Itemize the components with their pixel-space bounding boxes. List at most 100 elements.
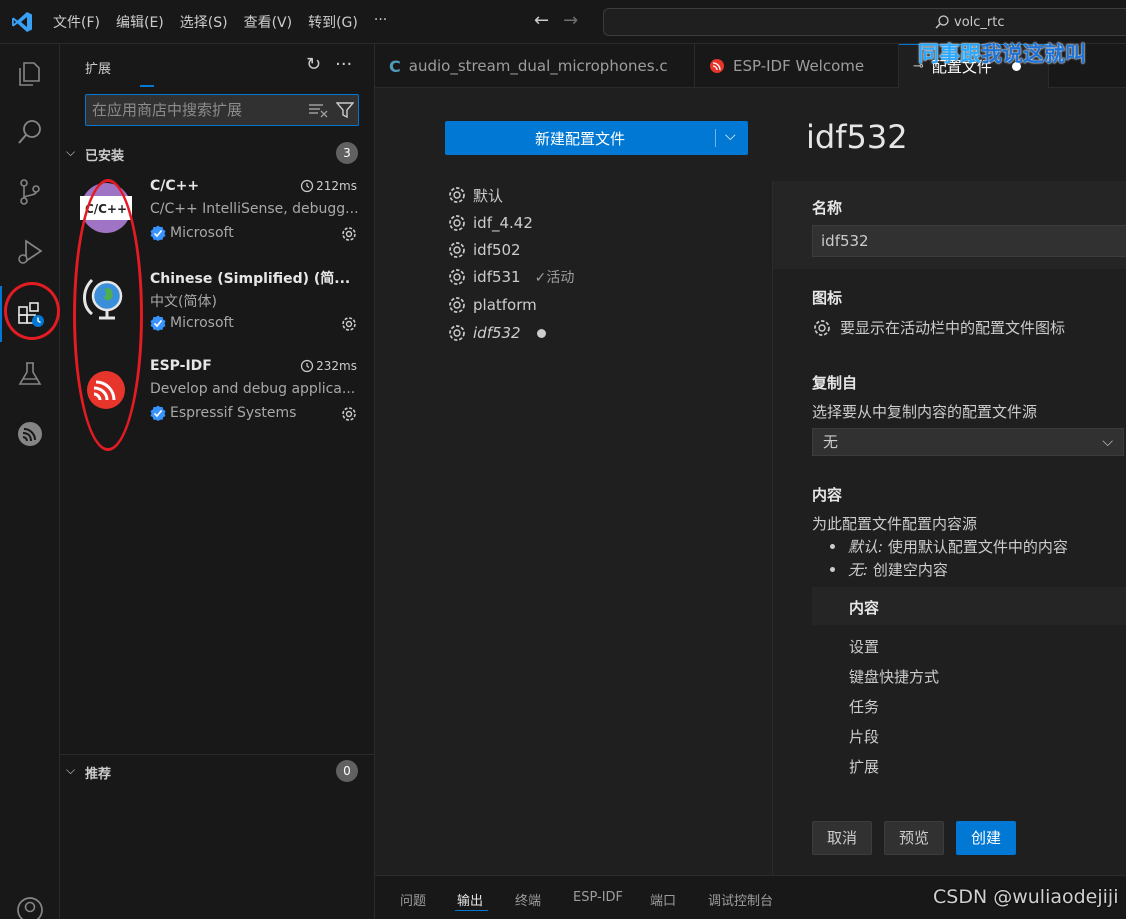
gear-icon: [449, 242, 465, 258]
profile-name: idf_4.42: [473, 214, 533, 232]
publisher-name: Microsoft: [170, 315, 234, 331]
profile-name: idf502: [473, 241, 521, 259]
run-debug-icon[interactable]: [0, 224, 60, 280]
list-item: 默认: 使用默认配置文件中的内容: [828, 536, 1068, 559]
copy-from-description: 选择要从中复制内容的配置文件源: [812, 403, 1038, 421]
menu-file[interactable]: 文件(F): [53, 12, 100, 32]
refresh-icon[interactable]: ↻: [306, 54, 321, 75]
annotation-red-circle: [4, 282, 60, 340]
extensions-sidebar: 扩展 ↻ ··· ⌵ 已安装 3 C/C++ C/C++ 212ms C/C++…: [60, 44, 375, 919]
tab-esp-idf[interactable]: ESP-IDF: [573, 890, 623, 905]
history-icon: [301, 359, 314, 373]
profile-item-idf-4-42[interactable]: idf_4.42: [447, 211, 533, 235]
menu-edit[interactable]: 编辑(E): [116, 12, 164, 32]
command-center[interactable]: volc_rtc: [603, 8, 1126, 36]
recommended-section-header[interactable]: ⌵ 推荐 0: [60, 759, 375, 783]
icon-label: 图标: [812, 289, 843, 307]
profile-item-default[interactable]: 默认: [447, 183, 503, 207]
sidebar-title: 扩展: [85, 62, 112, 77]
explorer-icon[interactable]: [0, 46, 60, 102]
profile-item-idf532[interactable]: idf532: [447, 321, 546, 345]
list-item: 无: 创建空内容: [828, 559, 1068, 582]
bullet-key: 无:: [848, 561, 869, 579]
chevron-down-icon: ⌵: [66, 763, 76, 777]
contents-table-header: 内容: [812, 587, 1126, 625]
unsaved-dot-icon: [536, 328, 546, 338]
chevron-down-icon: ⌵: [66, 145, 76, 159]
menu-bar: 文件(F) 编辑(E) 选择(S) 查看(V) 转到(G) ···: [53, 12, 387, 32]
search-icon[interactable]: [0, 104, 60, 160]
menu-go[interactable]: 转到(G): [308, 12, 358, 32]
gear-icon: [449, 187, 465, 203]
gear-icon: [449, 269, 465, 285]
tab-debug-console[interactable]: 调试控制台: [708, 890, 773, 909]
cancel-button[interactable]: 取消: [812, 821, 872, 855]
bullet-key: 默认:: [848, 538, 884, 556]
bullet-text: 创建空内容: [868, 561, 948, 579]
filter-icon[interactable]: [336, 101, 354, 119]
more-actions-icon[interactable]: ···: [335, 54, 352, 75]
contents-item-keybindings[interactable]: 键盘快捷方式: [849, 666, 939, 687]
active-label: 活动: [546, 270, 575, 286]
extension-search-input[interactable]: [92, 100, 302, 120]
extension-name: Chinese (Simplified) (简...: [150, 271, 350, 287]
contents-item-extensions[interactable]: 扩展: [849, 756, 879, 777]
profile-name: 默认: [473, 186, 504, 205]
c-file-icon: C: [389, 56, 401, 76]
overlay-caption-part1: 同事跟: [918, 42, 981, 66]
manage-gear-icon[interactable]: [339, 404, 359, 424]
menu-selection[interactable]: 选择(S): [180, 12, 228, 32]
tab-esp-idf-welcome[interactable]: ESP-IDF Welcome: [695, 44, 899, 88]
profile-name-input[interactable]: idf532: [812, 225, 1126, 257]
tab-ports[interactable]: 端口: [650, 890, 676, 909]
extension-publisher: Espressif Systems: [150, 405, 296, 421]
profile-item-idf531[interactable]: idf531 ✓活动: [447, 265, 574, 289]
icon-picker[interactable]: 要显示在活动栏中的配置文件图标: [812, 317, 1065, 338]
tab-problems[interactable]: 问题: [400, 890, 426, 909]
manage-gear-icon[interactable]: [339, 314, 359, 334]
source-control-icon[interactable]: [0, 164, 60, 220]
contents-table: 内容 设置 键盘快捷方式 任务 片段 扩展: [812, 587, 1126, 787]
tab-audio-stream[interactable]: C audio_stream_dual_microphones.c: [375, 44, 695, 88]
installed-section-header[interactable]: ⌵ 已安装 3: [60, 141, 375, 165]
tab-terminal[interactable]: 终端: [515, 890, 541, 909]
sidebar-actions: ↻ ···: [306, 54, 352, 75]
overlay-caption: 同事跟我说这就叫: [918, 38, 1086, 68]
copy-from-value: 无: [823, 433, 839, 451]
bullet-text: 使用默认配置文件中的内容: [883, 538, 1068, 556]
manage-gear-icon[interactable]: [339, 224, 359, 244]
extension-description: 中文(简体): [150, 294, 217, 310]
profile-item-platform[interactable]: platform: [447, 293, 537, 317]
espressif-icon[interactable]: [0, 406, 60, 462]
copy-from-select[interactable]: 无 ⌵: [812, 428, 1124, 456]
gear-icon: [449, 297, 465, 313]
preview-button[interactable]: 预览: [884, 821, 944, 855]
workspace-name: volc_rtc: [954, 14, 1005, 30]
profile-item-idf502[interactable]: idf502: [447, 238, 521, 262]
recommended-count-badge: 0: [336, 760, 358, 782]
contents-item-tasks[interactable]: 任务: [849, 696, 879, 717]
testing-icon[interactable]: [0, 346, 60, 402]
tab-label: ESP-IDF Welcome: [733, 57, 865, 75]
watermark: CSDN @wuliaodejiji: [933, 886, 1119, 908]
create-button[interactable]: 创建: [956, 821, 1016, 855]
menu-view[interactable]: 查看(V): [244, 12, 293, 32]
account-icon[interactable]: [15, 895, 45, 919]
extension-description: Develop and debug applica...: [150, 381, 356, 397]
new-profile-button[interactable]: 新建配置文件 ⌵: [445, 121, 748, 155]
clear-results-icon[interactable]: [308, 101, 328, 119]
contents-item-settings[interactable]: 设置: [849, 636, 879, 657]
contents-item-snippets[interactable]: 片段: [849, 726, 879, 747]
espressif-tab-icon: [710, 59, 724, 73]
profile-details-panel: 名称 idf532 图标 要显示在活动栏中的配置文件图标 复制自 选择要从中复制…: [772, 181, 1126, 875]
history-icon: [301, 179, 314, 193]
profile-name: platform: [473, 296, 537, 314]
contents-head-label: 内容: [849, 599, 880, 617]
forward-arrow-icon[interactable]: →: [563, 10, 578, 31]
back-arrow-icon[interactable]: ←: [534, 10, 549, 31]
contents-source-list: 默认: 使用默认配置文件中的内容 无: 创建空内容: [828, 536, 1068, 582]
chevron-down-icon[interactable]: ⌵: [725, 128, 736, 144]
contents-label: 内容: [812, 486, 843, 504]
tab-output[interactable]: 输出: [457, 890, 483, 909]
menu-more[interactable]: ···: [374, 12, 387, 32]
